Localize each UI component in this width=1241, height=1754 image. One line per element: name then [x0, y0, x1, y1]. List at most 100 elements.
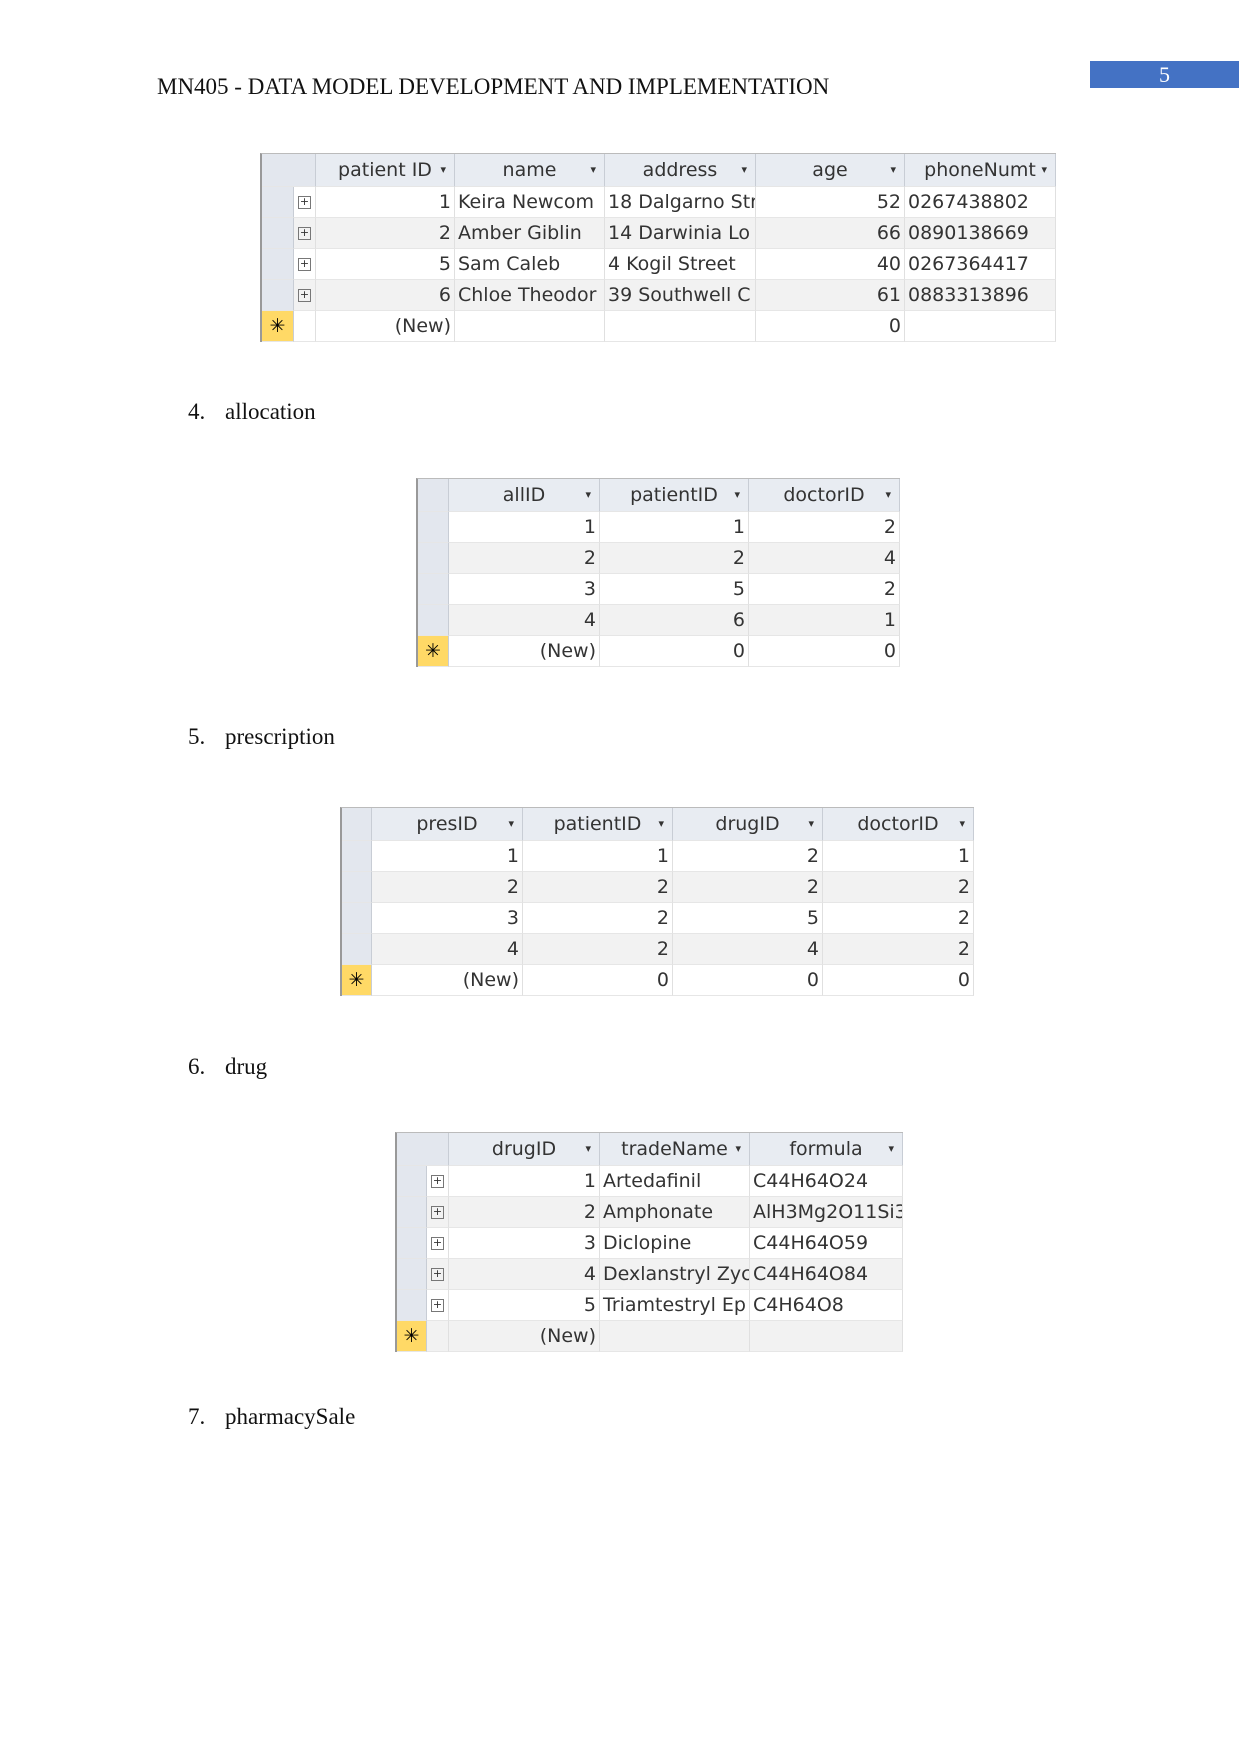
record-selector[interactable] [397, 1290, 427, 1321]
table-cell[interactable]: 1 [316, 187, 455, 218]
table-cell[interactable]: 2 [823, 934, 974, 965]
expander-cell[interactable]: + [294, 218, 316, 249]
table-cell[interactable]: 2 [749, 574, 900, 605]
dropdown-arrow-icon[interactable]: ▾ [885, 479, 891, 511]
table-cell[interactable]: 1 [449, 512, 600, 543]
column-header[interactable]: patient ID ▾ [316, 154, 455, 187]
column-header[interactable]: patientID ▾ [600, 479, 749, 512]
dropdown-arrow-icon[interactable]: ▾ [741, 154, 747, 186]
record-selector[interactable] [262, 280, 294, 311]
table-cell[interactable]: 6 [316, 280, 455, 311]
table-cell[interactable]: (New) [449, 636, 600, 667]
expander-cell[interactable] [294, 311, 316, 342]
dropdown-arrow-icon[interactable]: ▾ [585, 1133, 591, 1165]
select-all-corner[interactable] [342, 808, 372, 841]
table-cell[interactable]: 61 [756, 280, 905, 311]
column-header[interactable]: patientID ▾ [523, 808, 673, 841]
table-cell[interactable] [750, 1321, 903, 1352]
table-cell[interactable]: C44H64O84 [750, 1259, 903, 1290]
new-record-row[interactable]: ✳ (New) [397, 1321, 903, 1352]
table-cell[interactable]: 2 [823, 903, 974, 934]
table-row[interactable]: +3 Diclopine C44H64O59 [397, 1228, 903, 1259]
table-cell[interactable]: 0 [749, 636, 900, 667]
table-cell[interactable]: 0890138669 [905, 218, 1056, 249]
table-cell[interactable]: 2 [523, 872, 673, 903]
plus-box-icon[interactable]: + [431, 1175, 444, 1188]
dropdown-arrow-icon[interactable]: ▾ [888, 1133, 894, 1165]
plus-box-icon[interactable]: + [298, 289, 311, 302]
table-cell[interactable]: (New) [449, 1321, 600, 1352]
dropdown-arrow-icon[interactable]: ▾ [808, 808, 814, 840]
table-row[interactable]: 1121 [342, 841, 974, 872]
column-header[interactable]: tradeName ▾ [600, 1133, 750, 1166]
table-cell[interactable]: 1 [449, 1166, 600, 1197]
table-cell[interactable]: Chloe Theodor [455, 280, 605, 311]
table-row[interactable]: +1 Keira Newcom 18 Dalgarno Str 52 026743880… [262, 187, 1056, 218]
table-cell[interactable] [605, 311, 756, 342]
record-selector[interactable] [262, 249, 294, 280]
table-cell[interactable]: 4 [749, 543, 900, 574]
plus-box-icon[interactable]: + [431, 1268, 444, 1281]
select-all-corner[interactable] [262, 154, 316, 187]
table-cell[interactable]: (New) [316, 311, 455, 342]
column-header[interactable]: formula ▾ [750, 1133, 903, 1166]
column-header[interactable]: allID ▾ [449, 479, 600, 512]
expander-cell[interactable]: + [294, 280, 316, 311]
plus-box-icon[interactable]: + [298, 227, 311, 240]
record-selector[interactable] [418, 574, 449, 605]
table-cell[interactable]: 66 [756, 218, 905, 249]
record-selector[interactable] [397, 1197, 427, 1228]
column-header[interactable]: name ▾ [455, 154, 605, 187]
table-cell[interactable]: 0 [756, 311, 905, 342]
dropdown-arrow-icon[interactable]: ▾ [658, 808, 664, 840]
new-record-row[interactable]: ✳ (New) 0 0 [418, 636, 900, 667]
dropdown-arrow-icon[interactable]: ▾ [959, 808, 965, 840]
column-header[interactable]: doctorID ▾ [749, 479, 900, 512]
table-cell[interactable]: Diclopine [600, 1228, 750, 1259]
table-cell[interactable]: 6 [600, 605, 749, 636]
expander-cell[interactable] [427, 1321, 449, 1352]
table-cell[interactable]: (New) [372, 965, 523, 996]
select-all-corner[interactable] [418, 479, 449, 512]
record-selector[interactable]: ✳ [418, 636, 449, 667]
table-row[interactable]: 4242 [342, 934, 974, 965]
table-cell[interactable]: 1 [749, 605, 900, 636]
table-cell[interactable]: 40 [756, 249, 905, 280]
table-cell[interactable]: 0267364417 [905, 249, 1056, 280]
table-cell[interactable]: 5 [449, 1290, 600, 1321]
record-selector[interactable] [342, 872, 372, 903]
table-cell[interactable]: 0 [673, 965, 823, 996]
dropdown-arrow-icon[interactable]: ▾ [734, 479, 740, 511]
table-cell[interactable]: Triamtestryl Ep [600, 1290, 750, 1321]
table-cell[interactable]: 18 Dalgarno Str [605, 187, 756, 218]
table-cell[interactable]: 1 [523, 841, 673, 872]
table-cell[interactable]: 4 [372, 934, 523, 965]
expander-cell[interactable]: + [427, 1197, 449, 1228]
dropdown-arrow-icon[interactable]: ▾ [590, 154, 596, 186]
column-header[interactable]: drugID ▾ [673, 808, 823, 841]
table-cell[interactable]: 4 Kogil Street [605, 249, 756, 280]
dropdown-arrow-icon[interactable]: ▾ [735, 1133, 741, 1165]
expander-cell[interactable]: + [427, 1290, 449, 1321]
table-cell[interactable]: 5 [600, 574, 749, 605]
table-cell[interactable]: 5 [316, 249, 455, 280]
record-selector[interactable] [397, 1259, 427, 1290]
dropdown-arrow-icon[interactable]: ▾ [1041, 154, 1047, 186]
record-selector[interactable] [342, 934, 372, 965]
table-cell[interactable]: 2 [449, 543, 600, 574]
table-cell[interactable]: C4H64O8 [750, 1290, 903, 1321]
new-record-row[interactable]: ✳ (New) 0 [262, 311, 1056, 342]
dropdown-arrow-icon[interactable]: ▾ [890, 154, 896, 186]
record-selector[interactable] [418, 605, 449, 636]
table-cell[interactable]: 4 [673, 934, 823, 965]
table-row[interactable]: +5 Sam Caleb 4 Kogil Street 40 0267364417 [262, 249, 1056, 280]
record-selector[interactable] [262, 187, 294, 218]
record-selector[interactable]: ✳ [342, 965, 372, 996]
table-cell[interactable]: 0 [523, 965, 673, 996]
table-cell[interactable]: 0883313896 [905, 280, 1056, 311]
table-cell[interactable]: 2 [316, 218, 455, 249]
table-cell[interactable]: 3 [372, 903, 523, 934]
table-cell[interactable]: C44H64O24 [750, 1166, 903, 1197]
table-row[interactable]: 3252 [342, 903, 974, 934]
table-cell[interactable]: 0267438802 [905, 187, 1056, 218]
